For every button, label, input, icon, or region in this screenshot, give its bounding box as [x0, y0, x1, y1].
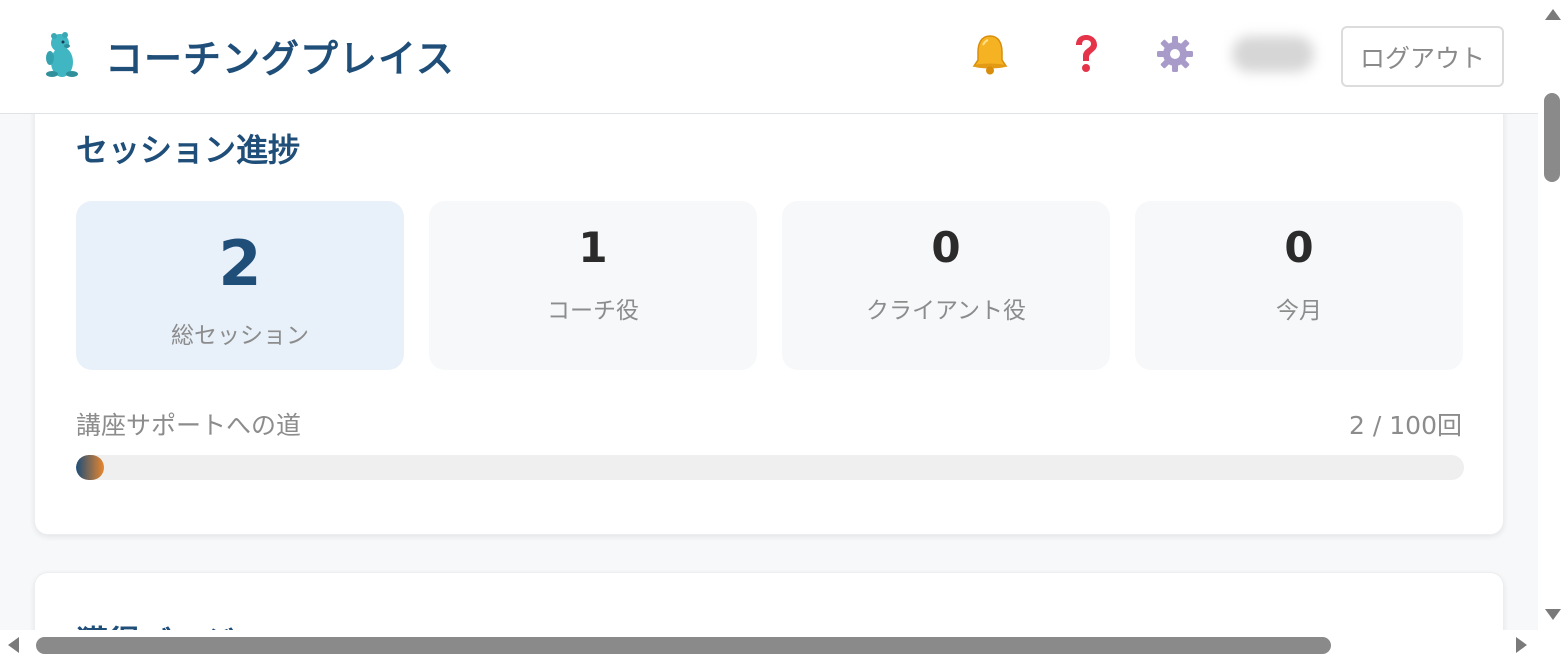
stat-this-month[interactable]: 0 今月	[1135, 201, 1463, 370]
stat-coach-role[interactable]: 1 コーチ役	[429, 201, 757, 370]
stat-total-sessions[interactable]: 2 総セッション	[76, 201, 404, 370]
otter-mascot-icon[interactable]	[42, 30, 82, 80]
scroll-left-icon[interactable]	[8, 637, 19, 653]
stat-value: 0	[1284, 223, 1314, 272]
badges-card: 獲得バッジ	[34, 572, 1504, 630]
stat-value: 1	[578, 223, 608, 272]
progress-label: 講座サポートへの道	[76, 411, 302, 440]
progress-bar-fill	[76, 455, 104, 480]
bell-icon[interactable]	[968, 32, 1012, 76]
progress-bar	[76, 455, 1464, 480]
horizontal-scrollbar[interactable]	[0, 630, 1567, 660]
scroll-down-icon[interactable]	[1545, 609, 1561, 620]
scroll-up-icon[interactable]	[1545, 9, 1561, 20]
user-avatar-blurred[interactable]	[1232, 36, 1314, 72]
stat-client-role[interactable]: 0 クライアント役	[782, 201, 1110, 370]
app-title[interactable]: コーチングプレイス	[105, 28, 455, 83]
horizontal-scroll-thumb[interactable]	[36, 637, 1331, 654]
stat-label: 今月	[1276, 298, 1322, 324]
scroll-right-icon[interactable]	[1516, 637, 1527, 653]
vertical-scrollbar[interactable]	[1538, 0, 1567, 630]
section-title: 獲得バッジ	[76, 617, 236, 630]
progress-count: 2 / 100回	[1349, 411, 1462, 440]
logout-button[interactable]: ログアウト	[1341, 26, 1504, 87]
stat-label: 総セッション	[171, 323, 309, 349]
vertical-scroll-thumb[interactable]	[1544, 93, 1560, 182]
stat-label: コーチ役	[547, 298, 639, 324]
stat-value: 2	[218, 227, 262, 300]
session-progress-card: セッション進捗 2 総セッション 1 コーチ役 0 クライアント役 0 今月 講…	[34, 70, 1504, 535]
question-icon[interactable]	[1064, 32, 1108, 76]
stat-label: クライアント役	[865, 298, 1027, 324]
page-viewport: セッション進捗 2 総セッション 1 コーチ役 0 クライアント役 0 今月 講…	[0, 0, 1538, 630]
stat-value: 0	[931, 223, 961, 272]
top-header: コーチングプレイス ログアウト	[0, 0, 1538, 114]
gear-icon[interactable]	[1153, 32, 1197, 76]
section-title: セッション進捗	[76, 131, 301, 169]
